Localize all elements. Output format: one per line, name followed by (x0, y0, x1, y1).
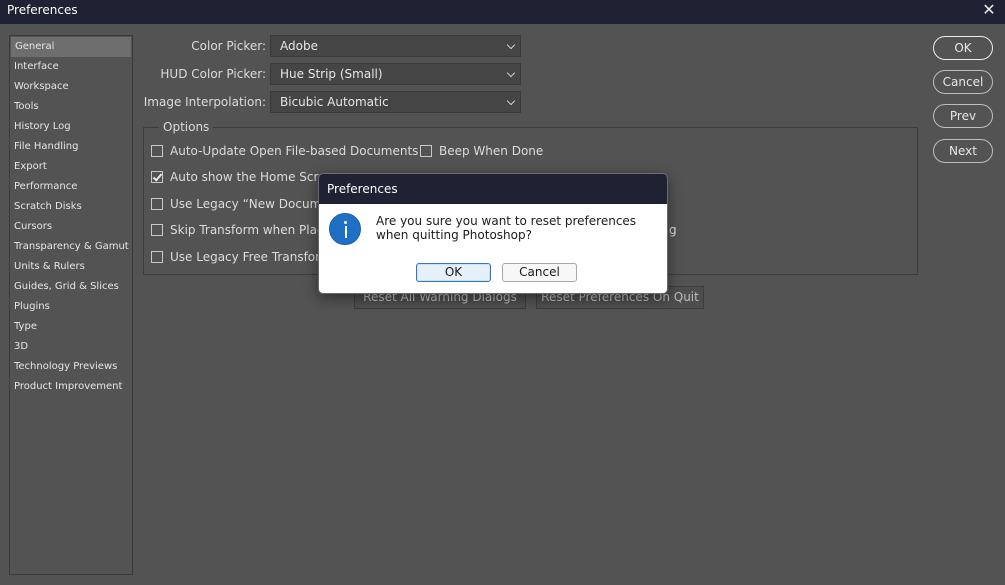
checkbox[interactable] (151, 145, 163, 157)
option-legacy-free-transform[interactable]: Use Legacy Free Transform (151, 249, 332, 265)
sidebar-item-tools[interactable]: Tools (10, 97, 132, 117)
sidebar-item-general[interactable]: General (11, 37, 131, 57)
sidebar-item-cursors[interactable]: Cursors (10, 217, 132, 237)
sidebar-item-plugins[interactable]: Plugins (10, 297, 132, 317)
color-picker-value: Adobe (280, 39, 318, 53)
chevron-down-icon (506, 68, 516, 78)
option-partial-text: g (669, 223, 677, 237)
sidebar-item-performance[interactable]: Performance (10, 177, 132, 197)
sidebar-item-technology-previews[interactable]: Technology Previews (10, 357, 132, 377)
next-button[interactable]: Next (933, 139, 993, 163)
image-interpolation-label: Image Interpolation: (143, 95, 266, 109)
color-picker-label: Color Picker: (191, 39, 266, 53)
cancel-button[interactable]: Cancel (933, 70, 993, 94)
options-legend: Options (159, 119, 214, 135)
checkbox[interactable] (151, 224, 163, 236)
sidebar-item-units-rulers[interactable]: Units & Rulers (10, 257, 132, 277)
option-legacy-new-document[interactable]: Use Legacy “New Docume (151, 196, 329, 212)
sidebar-item-scratch-disks[interactable]: Scratch Disks (10, 197, 132, 217)
checkbox[interactable] (420, 145, 432, 157)
info-icon (329, 213, 361, 245)
image-interpolation-row: Image Interpolation: Bicubic Automatic (143, 91, 523, 113)
dialog-cancel-button[interactable]: Cancel (502, 263, 577, 282)
hud-color-picker-label: HUD Color Picker: (160, 67, 266, 81)
image-interpolation-value: Bicubic Automatic (280, 95, 389, 109)
option-skip-transform[interactable]: Skip Transform when Placi (151, 222, 327, 238)
sidebar-item-workspace[interactable]: Workspace (10, 77, 132, 97)
ok-button[interactable]: OK (933, 36, 993, 60)
image-interpolation-select[interactable]: Bicubic Automatic (270, 91, 521, 113)
close-icon[interactable]: ✕ (981, 0, 997, 20)
chevron-down-icon (506, 40, 516, 50)
option-auto-home-screen[interactable]: Auto show the Home Scree (151, 169, 333, 185)
dialog-message: Are you sure you want to reset preferenc… (376, 214, 637, 242)
prev-button[interactable]: Prev (933, 104, 993, 128)
checkbox[interactable] (151, 251, 163, 263)
checkbox-checked[interactable] (151, 171, 163, 183)
window-title: Preferences (7, 3, 78, 17)
sidebar-item-3d[interactable]: 3D (10, 337, 132, 357)
chevron-down-icon (506, 96, 516, 106)
confirm-dialog: Preferences Are you sure you want to res… (318, 173, 668, 294)
sidebar-item-history-log[interactable]: History Log (10, 117, 132, 137)
hud-color-picker-select[interactable]: Hue Strip (Small) (270, 63, 521, 85)
sidebar-item-export[interactable]: Export (10, 157, 132, 177)
sidebar-item-type[interactable]: Type (10, 317, 132, 337)
sidebar-item-interface[interactable]: Interface (10, 57, 132, 77)
sidebar-item-guides-grid-slices[interactable]: Guides, Grid & Slices (10, 277, 132, 297)
dialog-ok-button[interactable]: OK (416, 263, 491, 282)
sidebar: General Interface Workspace Tools History Lo… (9, 35, 133, 575)
checkbox[interactable] (151, 198, 163, 210)
dialog-title: Preferences (319, 174, 667, 204)
option-beep-when-done[interactable]: Beep When Done (420, 143, 543, 159)
hud-color-picker-value: Hue Strip (Small) (280, 67, 383, 81)
window-titlebar: Preferences ✕ (0, 0, 1005, 24)
color-picker-select[interactable]: Adobe (270, 35, 521, 57)
option-auto-update[interactable]: Auto-Update Open File-based Documents (151, 143, 418, 159)
sidebar-item-product-improvement[interactable]: Product Improvement (10, 377, 132, 397)
color-picker-row: Color Picker: Adobe (143, 35, 523, 57)
sidebar-item-file-handling[interactable]: File Handling (10, 137, 132, 157)
hud-color-picker-row: HUD Color Picker: Hue Strip (Small) (143, 63, 523, 85)
sidebar-item-transparency-gamut[interactable]: Transparency & Gamut (10, 237, 132, 257)
